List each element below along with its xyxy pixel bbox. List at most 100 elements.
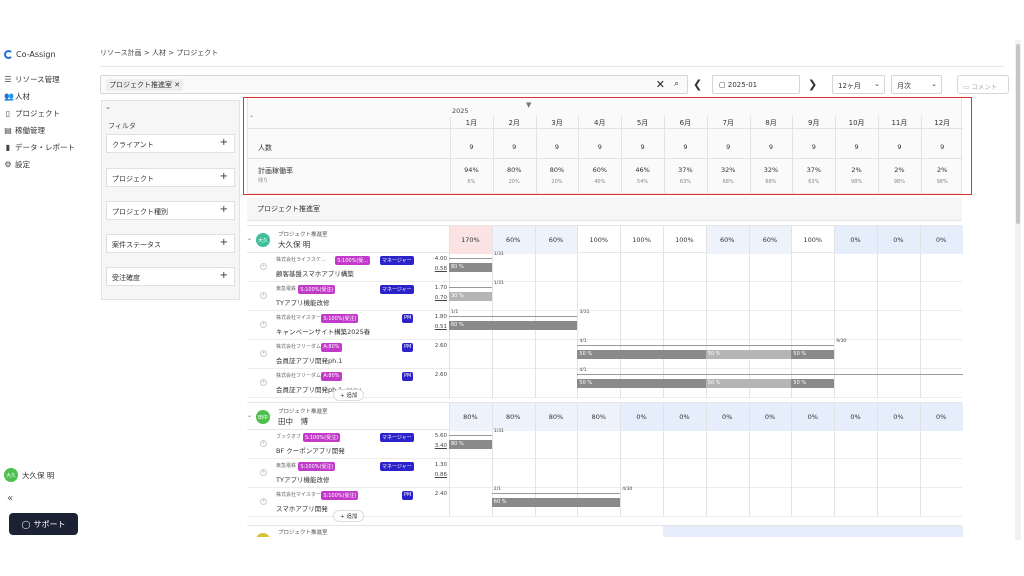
allocation-bar[interactable]: 50 % [791, 350, 835, 359]
filter-project-type[interactable]: プロジェクト種別 + [106, 201, 235, 220]
project-name[interactable]: スマホアプリ開発 [276, 503, 328, 513]
chat-icon: ◯ [21, 519, 31, 529]
person-name[interactable]: 田中 博 [278, 416, 308, 427]
person-row[interactable]: ⌄ 大久 プロジェクト推進室 大久保 明 170% 60% 60% 100% 100% 100% 6… [247, 225, 963, 254]
app-logo[interactable]: Co-Assign [4, 50, 56, 59]
search-input[interactable]: プロジェクト推進室 ✕ ✕ ⌕ [100, 75, 688, 94]
sidebar-item-operation[interactable]: ▤ 稼働管理 [4, 122, 75, 139]
comment-button[interactable]: ▭ コメント [957, 75, 1009, 94]
date-picker[interactable]: ▢ 2025-01 [712, 75, 800, 94]
col-divider [919, 403, 921, 431]
sidebar-item-settings[interactable]: ⚙ 設定 [4, 156, 75, 173]
filter-probability[interactable]: 受注確度 + [106, 267, 235, 286]
plus-icon[interactable]: + [220, 137, 228, 148]
col-divider [705, 282, 707, 311]
allocation-bar[interactable]: 60 % [449, 321, 578, 330]
filter-chip[interactable]: プロジェクト推進室 ✕ [106, 79, 184, 91]
current-user[interactable]: 大久 大久保 明 [4, 468, 54, 482]
filter-client[interactable]: クライアント + [106, 134, 235, 153]
allocation-bar[interactable]: 50 % [577, 379, 706, 388]
allocation-bar[interactable]: 50 % [705, 379, 792, 388]
chevron-down-icon[interactable]: ⌄ [249, 112, 254, 119]
plus-icon[interactable]: + [220, 270, 228, 281]
project-name[interactable]: キャンペーンサイト構築2025春 [276, 326, 370, 336]
chevron-down-icon[interactable]: ⌄ [247, 235, 252, 242]
headcount-cell: 9 [768, 143, 774, 151]
project-name[interactable]: 会員証アプリ開発ph.1 [276, 355, 342, 365]
filter-label: プロジェクト [112, 175, 154, 183]
project-name[interactable]: TYアプリ機能改修 [276, 297, 329, 307]
col-divider [577, 403, 579, 431]
collapse-sidebar-icon[interactable]: « [7, 493, 13, 504]
month-header: 1月 [465, 119, 478, 127]
clear-icon[interactable]: ✕ [656, 78, 665, 91]
filter-icon[interactable]: ▼ [526, 101, 531, 109]
allocation-bar[interactable]: 80 % [449, 263, 492, 272]
user-name: 大久保 明 [22, 470, 55, 480]
span-select[interactable]: 12ヶ月 ⌄ [832, 75, 885, 94]
project-name[interactable]: BF クーポンアプリ開発 [276, 445, 345, 455]
add-circle-icon[interactable]: + [260, 292, 267, 299]
chevron-down-icon[interactable]: ⌄ [247, 412, 252, 419]
project-row[interactable]: + 東急電鉄 TYアプリ機能改修 S:100%(受注) マネージャー 1.70 0.70 1/… [247, 281, 962, 311]
unit-select[interactable]: 月次 ⌄ [891, 75, 942, 94]
filter-label: プロジェクト種別 [112, 208, 168, 216]
prev-period-icon[interactable]: ❮ [693, 78, 702, 91]
project-row[interactable]: + 東急電鉄 TYアプリ機能改修 S:100%(受注) マネージャー 1.30 0.86 [247, 459, 962, 488]
col-divider [877, 253, 878, 282]
filter-project[interactable]: プロジェクト + [106, 168, 235, 187]
person-row[interactable]: ⌄ 田中 プロジェクト推進室 田中 博 80% 80% 80% 80% 0% 0% 0% 0% 0% 0%… [247, 402, 963, 431]
add-circle-icon[interactable]: + [260, 469, 267, 476]
next-period-icon[interactable]: ❯ [808, 78, 817, 91]
add-circle-icon[interactable]: + [260, 498, 267, 505]
allocation-bar[interactable]: 30 % [449, 292, 492, 301]
sidebar-item-people[interactable]: 👥 人材 [4, 88, 75, 105]
allocation-bar[interactable]: 60 % [491, 498, 621, 507]
allocation-bar[interactable]: 50 % [705, 350, 792, 359]
headcount-cell: 9 [469, 143, 474, 151]
person-row[interactable]: プロジェクト推進室 [247, 525, 963, 537]
plus-icon[interactable]: + [220, 237, 228, 248]
role-tag: PM [402, 314, 414, 323]
person-name[interactable]: 大久保 明 [278, 239, 310, 250]
col-divider [491, 340, 493, 369]
add-circle-icon[interactable]: + [260, 350, 267, 357]
rate-cell: 32% [763, 166, 779, 174]
add-project-button[interactable]: + 追加 [333, 510, 365, 522]
add-project-button[interactable]: + 追加 [333, 389, 365, 401]
sidebar-item-project[interactable]: ▯ プロジェクト [4, 105, 75, 122]
project-row[interactable]: + 株式会社フリーダム 会員証アプリ開発ph.1 A:80% PM 2.60 4/1 9/30… [247, 339, 962, 369]
col-divider [577, 226, 579, 254]
actual-hours[interactable]: 0.86 [419, 472, 447, 478]
project-row[interactable]: + 株式会社ライフスケ... 顧客基盤スマホアプリ構築 S:100%(受... マネージ… [247, 252, 962, 282]
add-circle-icon[interactable]: + [260, 321, 267, 328]
allocation-bar[interactable]: 50 % [791, 379, 835, 388]
add-circle-icon[interactable]: + [260, 379, 267, 386]
scrollbar[interactable] [1015, 40, 1021, 540]
sidebar-item-resource[interactable]: ☰ リソース管理 [4, 71, 75, 88]
breadcrumb[interactable]: リソース計画 > 人材 > プロジェクト [100, 48, 218, 58]
filter-panel: ⌄ フィルタ クライアント + プロジェクト + プロジェクト種別 + 案件ステータス… [101, 100, 240, 300]
plus-icon[interactable]: + [220, 171, 228, 182]
project-row[interactable]: + 株式会社マイスター キャンペーンサイト構築2025春 S:100%(受注) PM 1.… [247, 310, 962, 340]
actual-hours[interactable]: 0.51 [419, 324, 447, 330]
project-row[interactable]: + ブックオフ BF クーポンアプリ開発 S:100%(受注) マネージャー 5.60 3.… [247, 429, 962, 459]
chip-close-icon[interactable]: ✕ [174, 81, 180, 89]
project-name[interactable]: TYアプリ機能改修 [276, 474, 329, 484]
filter-status[interactable]: 案件ステータス + [106, 234, 235, 253]
actual-hours[interactable]: 0.70 [419, 295, 447, 301]
support-button[interactable]: ◯ サポート [9, 513, 78, 535]
sidebar-item-report[interactable]: ▮ データ・レポート [4, 139, 75, 156]
scrollbar-thumb[interactable] [1016, 44, 1020, 224]
search-icon[interactable]: ⌕ [674, 79, 679, 89]
project-name[interactable]: 顧客基盤スマホアプリ構築 [276, 268, 354, 278]
chevron-down-icon[interactable]: ⌄ [105, 103, 111, 111]
add-circle-icon[interactable]: + [260, 263, 267, 270]
allocation-bar[interactable]: 50 % [577, 350, 706, 359]
actual-hours[interactable]: 0.58 [419, 266, 447, 272]
row-divider [248, 128, 963, 129]
actual-hours[interactable]: 3.40 [419, 443, 447, 449]
plus-icon[interactable]: + [220, 204, 228, 215]
add-circle-icon[interactable]: + [260, 440, 267, 447]
allocation-bar[interactable]: 80 % [449, 440, 492, 449]
